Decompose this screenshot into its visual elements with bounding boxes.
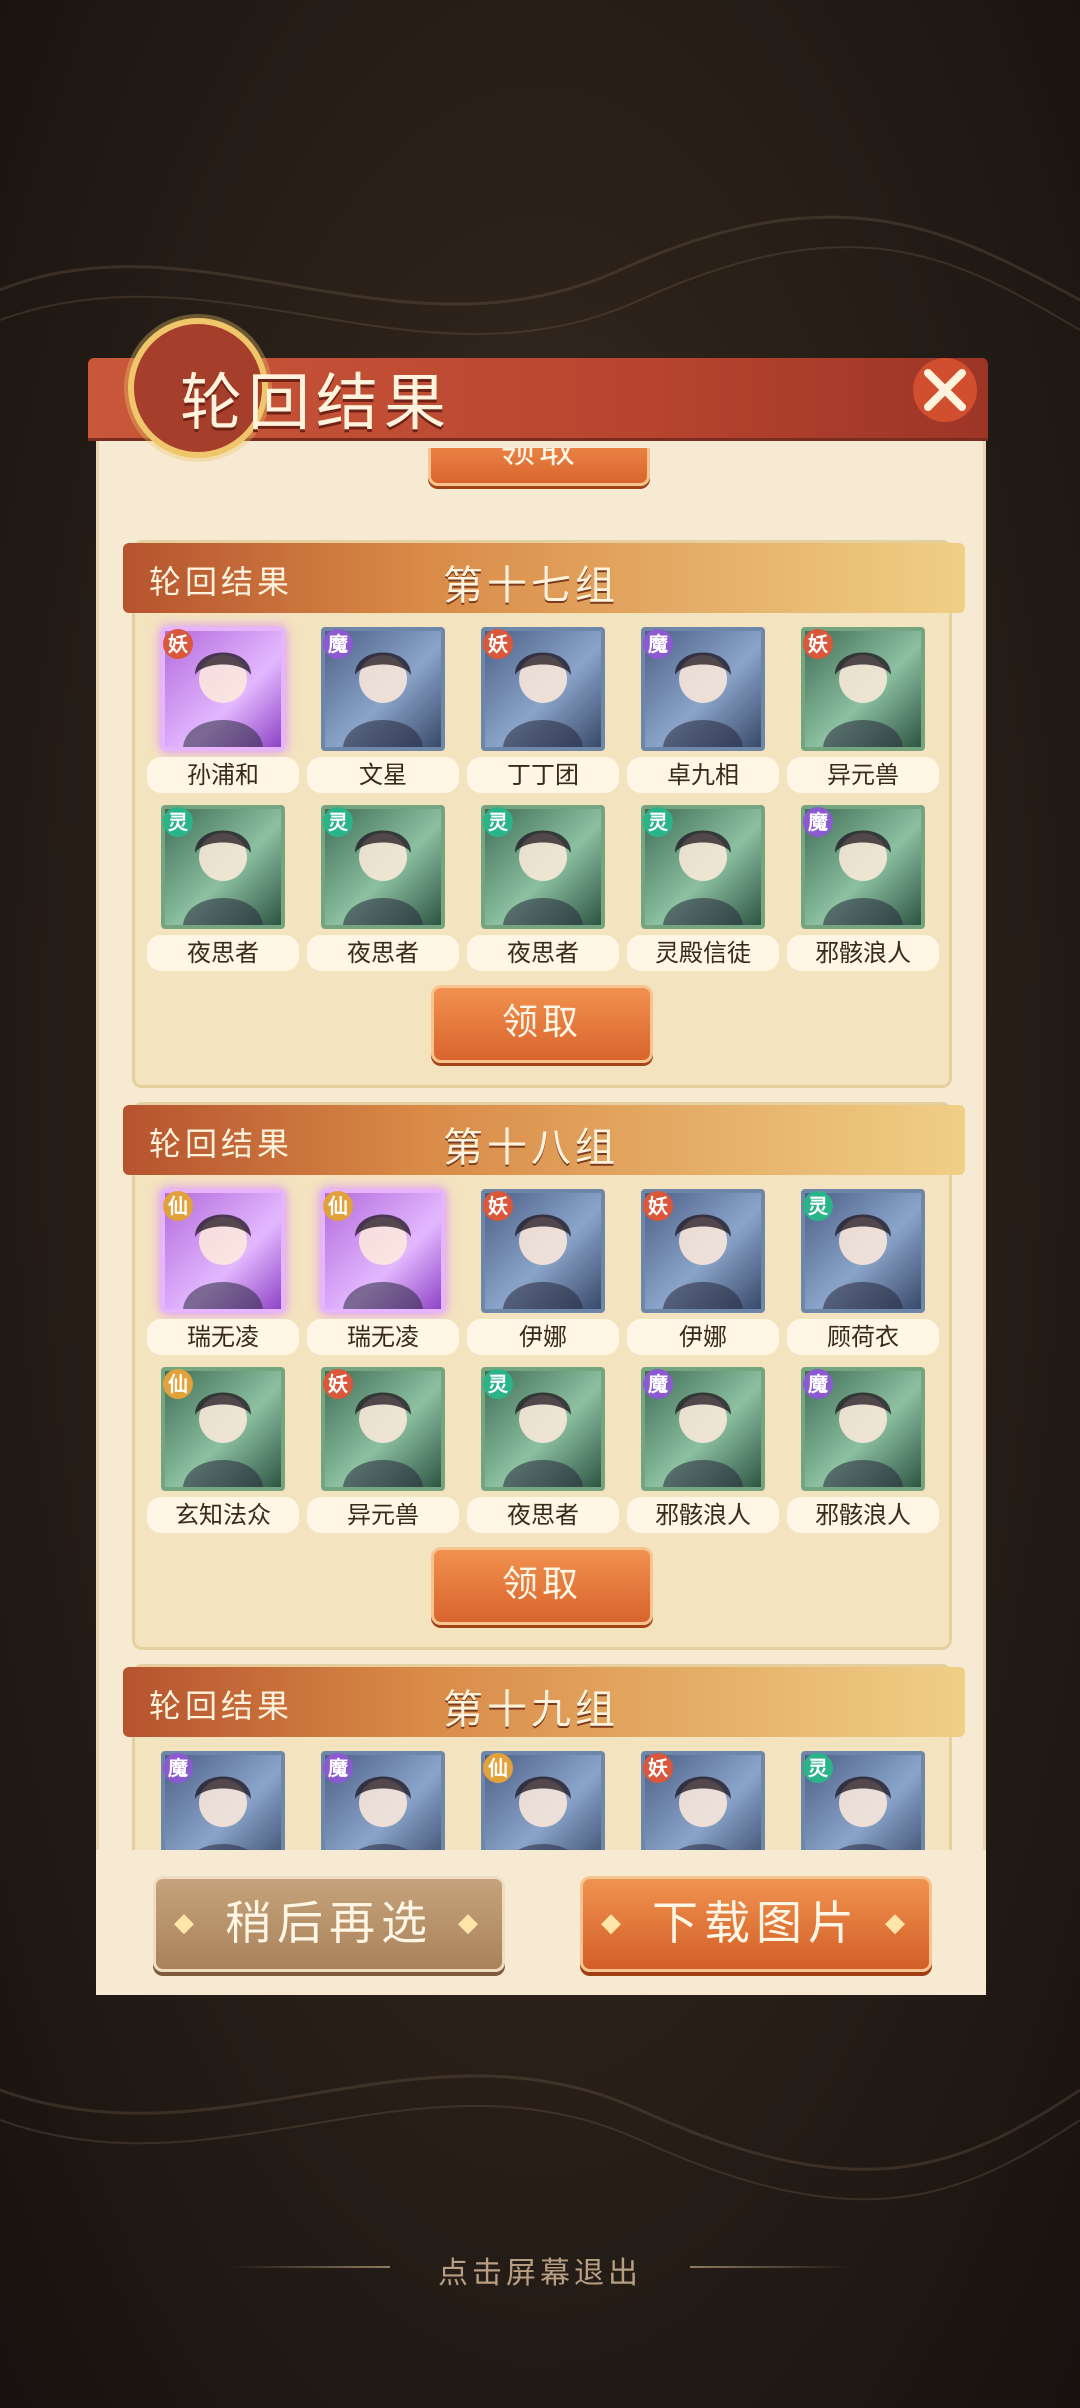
hero-name: 灵殿信徒 <box>627 935 779 971</box>
hero-card[interactable]: 仙 <box>481 1751 605 1850</box>
results-scroll-list[interactable]: 领取 轮回结果 第十七组 妖孙浦和魔文星妖丁丁团魔卓九相妖异元兽灵夜思者灵夜思者… <box>112 448 970 1850</box>
diamond-icon: ◆ <box>174 1908 200 1938</box>
hero-card[interactable]: 灵灵殿信徒 <box>627 805 779 975</box>
hero-name: 丁丁团 <box>467 757 619 793</box>
faction-badge-icon: 灵 <box>323 807 353 837</box>
faction-badge-icon: 灵 <box>483 1369 513 1399</box>
close-button[interactable] <box>890 340 1000 440</box>
hero-name: 伊娜 <box>627 1319 779 1355</box>
faction-badge-icon: 魔 <box>323 629 353 659</box>
faction-badge-icon: 灵 <box>803 1753 833 1783</box>
hero-card[interactable]: 妖孙浦和 <box>147 627 299 797</box>
group-label: 轮回结果 <box>149 1125 294 1163</box>
faction-badge-icon: 灵 <box>643 807 673 837</box>
faction-badge-icon: 灵 <box>483 807 513 837</box>
hero-card[interactable]: 魔邪骸浪人 <box>787 805 939 975</box>
hero-name: 文星 <box>307 757 459 793</box>
hero-card[interactable]: 仙玄知法众 <box>147 1367 299 1537</box>
hero-card[interactable]: 仙瑞无凌 <box>147 1189 299 1359</box>
hero-name: 瑞无凌 <box>307 1319 459 1355</box>
group-number: 第十八组 <box>443 1125 619 1171</box>
faction-badge-icon: 灵 <box>163 807 193 837</box>
hero-name: 卓九相 <box>627 757 779 793</box>
faction-badge-icon: 魔 <box>803 807 833 837</box>
faction-badge-icon: 魔 <box>803 1369 833 1399</box>
hero-name: 夜思者 <box>307 935 459 971</box>
faction-badge-icon: 妖 <box>803 629 833 659</box>
faction-badge-icon: 仙 <box>323 1191 353 1221</box>
hero-card[interactable]: 魔邪骸浪人 <box>627 1367 779 1537</box>
hero-card[interactable]: 妖异元兽 <box>307 1367 459 1537</box>
faction-badge-icon: 魔 <box>323 1753 353 1783</box>
hero-name: 异元兽 <box>787 757 939 793</box>
hero-card[interactable]: 妖伊娜 <box>467 1189 619 1359</box>
faction-badge-icon: 魔 <box>643 1369 673 1399</box>
group-card: 轮回结果 第十七组 妖孙浦和魔文星妖丁丁团魔卓九相妖异元兽灵夜思者灵夜思者灵夜思… <box>123 540 965 1088</box>
faction-badge-icon: 妖 <box>483 1191 513 1221</box>
hero-card[interactable]: 灵夜思者 <box>307 805 459 975</box>
hero-name: 邪骸浪人 <box>627 1497 779 1533</box>
group-number: 第十七组 <box>443 563 619 609</box>
background-wave <box>0 2074 1080 2201</box>
hero-name: 异元兽 <box>307 1497 459 1533</box>
group-card: 轮回结果 第十九组 魔 魔 仙 妖 灵 <box>123 1664 965 1850</box>
group-label: 轮回结果 <box>149 563 294 601</box>
hero-name: 瑞无凌 <box>147 1319 299 1355</box>
faction-badge-icon: 妖 <box>643 1753 673 1783</box>
faction-badge-icon: 妖 <box>323 1369 353 1399</box>
claim-button[interactable]: 领取 <box>431 1547 653 1625</box>
hero-name: 邪骸浪人 <box>787 1497 939 1533</box>
group-label: 轮回结果 <box>149 1687 294 1725</box>
hero-card[interactable]: 魔文星 <box>307 627 459 797</box>
group-number: 第十九组 <box>443 1687 619 1733</box>
faction-badge-icon: 灵 <box>803 1191 833 1221</box>
diamond-icon: ◆ <box>601 1908 627 1938</box>
download-image-label: 下载图片 <box>652 1896 860 1950</box>
group-header: 轮回结果 第十七组 <box>123 543 965 613</box>
hero-card[interactable]: 妖 <box>641 1751 765 1850</box>
claim-button[interactable]: 领取 <box>431 985 653 1063</box>
diamond-icon: ◆ <box>458 1908 484 1938</box>
claim-button[interactable]: 领取 <box>428 448 650 486</box>
choose-later-label: 稍后再选 <box>225 1896 433 1950</box>
hero-card[interactable]: 妖伊娜 <box>627 1189 779 1359</box>
hero-card[interactable]: 灵夜思者 <box>147 805 299 975</box>
hero-card[interactable]: 仙瑞无凌 <box>307 1189 459 1359</box>
modal-title: 轮回结果 <box>180 366 453 439</box>
hero-name: 夜思者 <box>147 935 299 971</box>
faction-badge-icon: 魔 <box>643 629 673 659</box>
faction-badge-icon: 仙 <box>163 1191 193 1221</box>
hero-card[interactable]: 灵 <box>801 1751 925 1850</box>
exit-hint-text: 点击屏幕退出 <box>438 2256 642 2291</box>
group-header: 轮回结果 第十八组 <box>123 1105 965 1175</box>
faction-badge-icon: 妖 <box>643 1191 673 1221</box>
choose-later-button[interactable]: ◆ 稍后再选 ◆ <box>153 1876 505 1972</box>
hero-name: 顾荷衣 <box>787 1319 939 1355</box>
close-icon <box>913 358 977 422</box>
hero-name: 伊娜 <box>467 1319 619 1355</box>
faction-badge-icon: 妖 <box>483 629 513 659</box>
hero-name: 夜思者 <box>467 1497 619 1533</box>
faction-badge-icon: 妖 <box>163 629 193 659</box>
hero-card[interactable]: 妖异元兽 <box>787 627 939 797</box>
hero-name: 夜思者 <box>467 935 619 971</box>
group-card: 轮回结果 第十八组 仙瑞无凌仙瑞无凌妖伊娜妖伊娜灵顾荷衣仙玄知法众妖异元兽灵夜思… <box>123 1102 965 1650</box>
hero-card[interactable]: 妖丁丁团 <box>467 627 619 797</box>
hero-card[interactable]: 魔邪骸浪人 <box>787 1367 939 1537</box>
faction-badge-icon: 魔 <box>163 1753 193 1783</box>
hero-name: 孙浦和 <box>147 757 299 793</box>
hero-card[interactable]: 灵夜思者 <box>467 805 619 975</box>
hero-card[interactable]: 灵顾荷衣 <box>787 1189 939 1359</box>
faction-badge-icon: 仙 <box>163 1369 193 1399</box>
hero-card[interactable]: 灵夜思者 <box>467 1367 619 1537</box>
group-header: 轮回结果 第十九组 <box>123 1667 965 1737</box>
download-image-button[interactable]: ◆ 下载图片 ◆ <box>580 1876 932 1972</box>
hero-card[interactable]: 魔 <box>321 1751 445 1850</box>
hero-card[interactable]: 魔卓九相 <box>627 627 779 797</box>
hero-card[interactable]: 魔 <box>161 1751 285 1850</box>
hero-name: 邪骸浪人 <box>787 935 939 971</box>
hero-name: 玄知法众 <box>147 1497 299 1533</box>
faction-badge-icon: 仙 <box>483 1753 513 1783</box>
diamond-icon: ◆ <box>885 1908 911 1938</box>
